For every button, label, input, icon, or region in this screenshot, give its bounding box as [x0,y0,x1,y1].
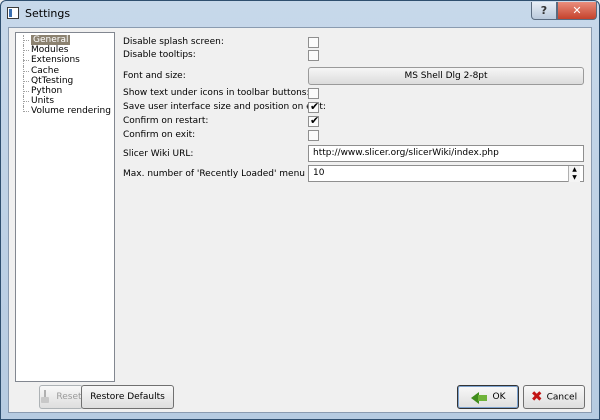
settings-category-tree[interactable]: General Modules Extensions Cache QtTesti… [15,32,115,382]
ok-button[interactable]: OK [457,385,519,409]
confirm-restart-checkbox[interactable] [308,114,319,127]
spin-up-arrow-icon[interactable]: ▲ [568,166,580,174]
spin-down-arrow-icon[interactable]: ▼ [568,174,580,182]
tree-item-units[interactable]: Units [16,96,114,107]
show-text-under-icons-checkbox[interactable] [308,88,319,99]
green-arrow-icon [470,390,489,404]
tree-item-extensions[interactable]: Extensions [16,55,114,66]
disable-tooltips-checkbox[interactable] [308,50,319,61]
tree-item-python[interactable]: Python [16,85,114,97]
disable-tooltips-label: Disable tooltips: [123,50,196,60]
close-button[interactable]: ✕ [557,2,597,20]
recent-count-label: Max. number of 'Recently Loaded' menu it… [123,169,336,179]
confirm-restart-label: Confirm on restart: [123,116,209,126]
cancel-button[interactable]: ✖ Cancel [523,385,585,409]
help-button[interactable]: ? [531,2,557,20]
settings-window-icon [7,7,19,19]
restore-defaults-button[interactable]: Restore Defaults [81,385,174,409]
disable-splash-checkbox[interactable] [308,37,319,48]
disable-splash-label: Disable splash screen: [123,37,224,47]
title-bar[interactable]: Settings ? ✕ [1,1,599,27]
show-text-under-icons-label: Show text under icons in toolbar buttons… [123,88,310,98]
tree-item-qttesting[interactable]: QtTesting [16,75,114,87]
settings-window: Settings ? ✕ General Modules Extensions … [0,0,600,420]
wiki-url-input[interactable]: http://www.slicer.org/slicerWiki/index.p… [308,145,584,162]
reset-button[interactable]: Reset [39,385,83,409]
red-x-icon: ✖ [530,389,543,405]
save-ui-size-checkbox[interactable] [308,100,319,113]
confirm-exit-checkbox[interactable] [308,130,319,141]
recent-count-spinbox[interactable]: 10 [308,165,584,182]
broom-icon [40,389,50,404]
font-select-button[interactable]: MS Shell Dlg 2-8pt [308,67,584,85]
confirm-exit-label: Confirm on exit: [123,130,196,140]
tree-item-volume-rendering[interactable]: Volume rendering [16,106,114,116]
save-ui-size-label: Save user interface size and position on… [123,102,326,112]
tree-item-modules[interactable]: Modules [16,45,114,56]
font-size-label: Font and size: [123,71,186,81]
tree-item-general[interactable]: General [16,35,114,46]
dialog-body: General Modules Extensions Cache QtTesti… [8,27,592,413]
wiki-url-label: Slicer Wiki URL: [123,149,194,159]
window-title: Settings [25,7,71,20]
tree-item-cache[interactable]: Cache [16,65,114,76]
